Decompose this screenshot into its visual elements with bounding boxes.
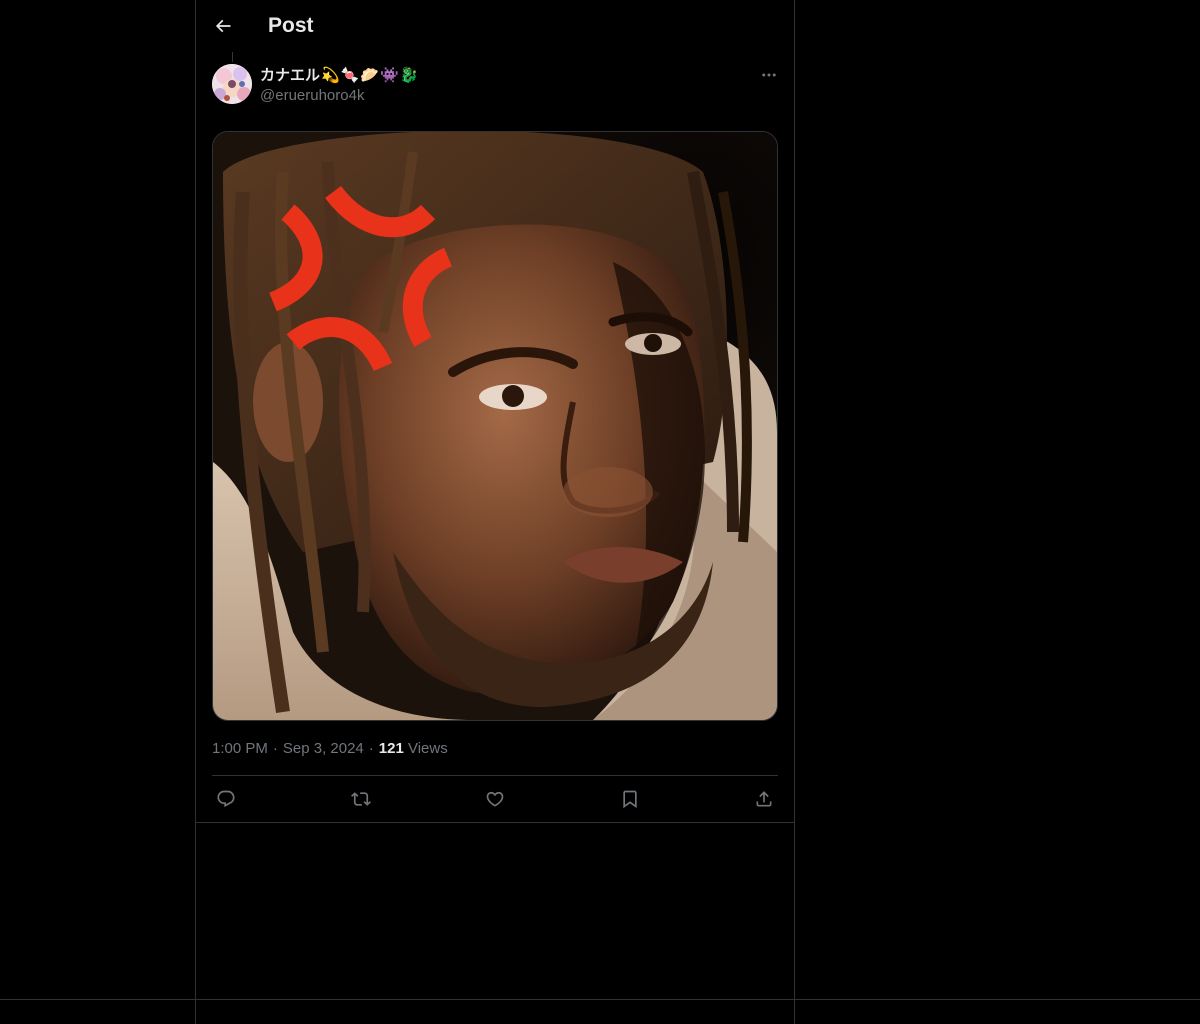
post-column: Post カナエル 💫 🍬 🥟 👾 🐉 @erueruhoro4k 1:00 P… (195, 0, 795, 1024)
reply-icon (217, 790, 235, 808)
post-date[interactable]: Sep 3, 2024 (283, 740, 364, 757)
dumpling-emoji-icon: 🥟 (360, 65, 380, 84)
author-display-name[interactable]: カナエル 💫 🍬 🥟 👾 🐉 (260, 64, 418, 85)
page-title: Post (268, 14, 314, 37)
post-media[interactable] (212, 131, 778, 721)
candy-emoji-icon: 🍬 (340, 65, 360, 84)
bookmark-button[interactable] (614, 783, 646, 815)
meta-separator: · (368, 740, 374, 757)
share-icon (756, 791, 772, 807)
author-handle[interactable]: @erueruhoro4k (260, 87, 364, 104)
repost-button[interactable] (345, 783, 377, 815)
portrait-photo-icon (213, 132, 777, 720)
like-button[interactable] (479, 783, 511, 815)
more-icon (762, 73, 776, 77)
bookmark-icon (622, 790, 637, 809)
dizzy-emoji-icon: 💫 (321, 65, 340, 84)
repost-icon (350, 792, 371, 806)
back-button[interactable] (208, 11, 238, 41)
divider (196, 822, 794, 823)
avatar[interactable] (212, 64, 252, 104)
avatar-illustration-icon (212, 64, 252, 104)
bottom-divider (0, 999, 1200, 1000)
thread-line (232, 52, 233, 62)
arrow-left-icon (215, 19, 231, 33)
views-label: Views (407, 740, 448, 757)
heart-icon (486, 791, 504, 807)
share-button[interactable] (748, 783, 780, 815)
more-options-button[interactable] (754, 64, 784, 86)
post-time[interactable]: 1:00 PM (212, 740, 268, 757)
header: Post (196, 0, 794, 54)
author-name-text: カナエル (260, 67, 321, 84)
page: Post カナエル 💫 🍬 🥟 👾 🐉 @erueruhoro4k 1:00 P… (0, 0, 1200, 1024)
post-meta: 1:00 PM · Sep 3, 2024 · 121 Views (212, 740, 448, 757)
action-bar (212, 776, 778, 822)
meta-separator: · (272, 740, 278, 757)
reply-button[interactable] (210, 783, 242, 815)
dragon-emoji-icon: 🐉 (399, 65, 419, 84)
views-count: 121 (378, 740, 404, 757)
alien-monster-emoji-icon: 👾 (380, 65, 399, 84)
